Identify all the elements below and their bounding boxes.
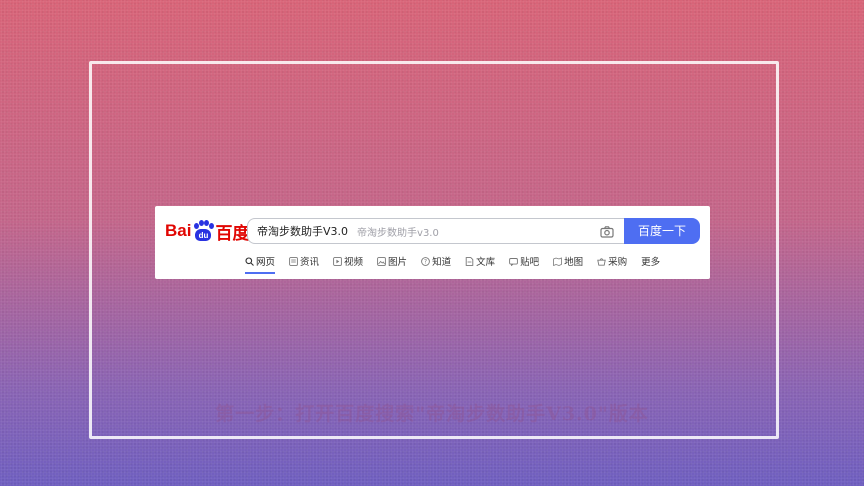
search-icon: [245, 256, 254, 266]
document-icon: [465, 256, 474, 266]
tab-web[interactable]: 网页: [245, 252, 276, 274]
tab-caigou[interactable]: 采购: [597, 252, 627, 270]
tab-map[interactable]: 地图: [553, 252, 583, 270]
baidu-search-panel: Bai du 百度 帝淘步数助手V3.0 帝淘步数助手v3.0 百度一下 网页: [155, 206, 710, 279]
tab-label: 资讯: [300, 257, 320, 268]
tab-label: 采购: [608, 257, 628, 268]
search-input-value: 帝淘步数助手V3.0: [257, 225, 349, 238]
tab-images[interactable]: 图片: [377, 252, 407, 270]
tab-wenku[interactable]: 文库: [465, 252, 495, 270]
camera-icon[interactable]: [600, 224, 614, 238]
search-button[interactable]: 百度一下: [624, 218, 700, 244]
tab-label: 视频: [344, 257, 364, 268]
tab-video[interactable]: 视频: [333, 252, 363, 270]
search-input[interactable]: 帝淘步数助手V3.0 帝淘步数助手v3.0: [247, 218, 624, 244]
tab-label: 更多: [641, 257, 661, 268]
baidu-logo[interactable]: Bai du 百度: [165, 218, 249, 244]
tab-label: 知道: [432, 257, 452, 268]
tab-tieba[interactable]: 贴吧: [509, 252, 539, 270]
map-icon: [553, 256, 562, 266]
search-tabs: 网页 资讯 视频 图片 ? 知道 文库 贴吧 地图 采购 更多: [245, 252, 674, 274]
question-icon: ?: [421, 256, 430, 266]
svg-text:?: ?: [424, 258, 427, 265]
basket-icon: [597, 257, 606, 266]
tab-news[interactable]: 资讯: [289, 252, 319, 270]
step-caption: 第一步：打开百度搜索"帝淘步数助手V3.0"版本: [215, 403, 649, 425]
video-icon: [333, 256, 342, 266]
image-icon: [377, 256, 386, 266]
tab-more[interactable]: 更多: [641, 252, 660, 270]
tab-zhidao[interactable]: ? 知道: [421, 252, 451, 270]
news-icon: [289, 256, 298, 266]
tab-label: 图片: [388, 257, 408, 268]
tab-label: 地图: [564, 257, 584, 268]
logo-text-right: 百度: [215, 223, 250, 243]
tab-label: 网页: [256, 257, 276, 268]
paw-text: du: [195, 229, 212, 241]
tab-label: 贴吧: [520, 257, 540, 268]
tieba-icon: [509, 257, 518, 267]
logo-text-left: Bai: [165, 221, 192, 240]
tab-label: 文库: [476, 257, 496, 268]
paw-icon: du: [192, 220, 215, 242]
search-input-placeholder: 帝淘步数助手v3.0: [357, 227, 439, 239]
